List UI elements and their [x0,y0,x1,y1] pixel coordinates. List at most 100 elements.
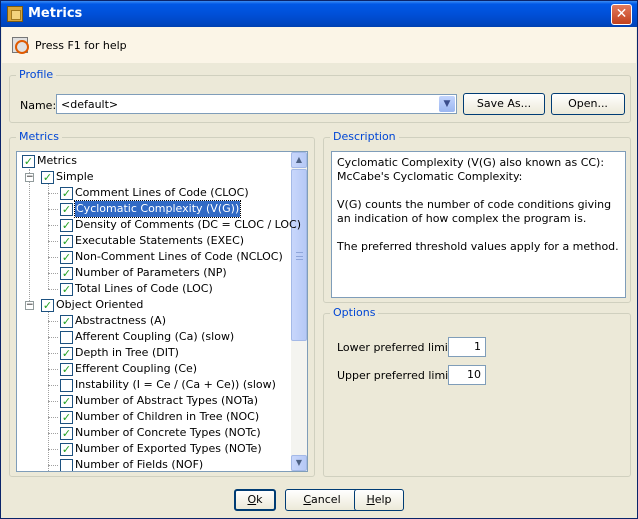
description-paragraph: Cyclomatic Complexity (V(G) also known a… [337,156,605,183]
tree-item-label: Number of Parameters (NP) [75,266,227,279]
tree-item[interactable]: Instability (I = Ce / (Ca + Ce)) (slow) [17,377,291,393]
checkbox-checked[interactable]: ✓ [60,443,73,456]
checkbox-checked[interactable]: ✓ [60,315,73,328]
tree-item-label: Density of Comments (DC = CLOC / LOC) [75,218,302,231]
scroll-down-icon[interactable]: ▼ [291,455,307,471]
tree-item[interactable]: ✓ Number of Parameters (NP) [17,265,291,281]
tree-item[interactable]: ✓ Depth in Tree (DIT) [17,345,291,361]
title-bar[interactable]: Metrics ✕ [1,1,637,27]
metrics-dialog: Metrics ✕ Press F1 for help Profile Name… [0,0,638,519]
chevron-down-icon[interactable]: ▼ [439,96,455,112]
profile-group: Profile Name: <default> ▼ Save As... Ope… [9,68,631,123]
help-bar: Press F1 for help [2,27,636,63]
checkbox-checked[interactable]: ✓ [41,171,54,184]
profile-name-combo[interactable]: <default> ▼ [56,94,457,114]
tree-item[interactable]: ✓ Number of Abstract Types (NOTa) [17,393,291,409]
description-group: Description Cyclomatic Complexity (V(G) … [323,130,631,303]
tree-item[interactable]: ✓ Number of Concrete Types (NOTc) [17,425,291,441]
tree-item[interactable]: ✓ Cyclomatic Complexity (V(G)) [17,200,291,218]
checkbox-checked[interactable]: ✓ [60,203,73,216]
tree-item-label: Executable Statements (EXEC) [75,234,245,247]
window-title: Metrics [28,6,83,21]
tree-item-label: Efferent Coupling (Ce) [75,362,198,375]
tree-item[interactable]: ✓ Number of Children in Tree (NOC) [17,409,291,425]
tree-item[interactable]: ✓ Density of Comments (DC = CLOC / LOC) [17,217,301,233]
collapse-icon[interactable]: − [25,173,34,182]
tree-item[interactable]: ✓ Metrics [17,153,291,169]
tree-item[interactable]: Afferent Coupling (Ca) (slow) [17,329,291,345]
options-legend: Options [330,306,379,319]
checkbox-checked[interactable]: ✓ [60,347,73,360]
tree-item[interactable]: − ✓ Object Oriented [17,297,291,313]
tree-item[interactable]: ✓ Efferent Coupling (Ce) [17,361,291,377]
checkbox-checked[interactable]: ✓ [60,235,73,248]
checkbox-checked[interactable]: ✓ [60,187,73,200]
tree-item-label: Number of Exported Types (NOTe) [75,442,262,455]
checkbox-checked[interactable]: ✓ [60,251,73,264]
tree-item[interactable]: ✓ Comment Lines of Code (CLOC) [17,185,291,201]
collapse-icon[interactable]: − [25,301,34,310]
checkbox-checked[interactable]: ✓ [41,299,54,312]
name-label: Name: [20,99,57,112]
description-legend: Description [330,130,399,143]
tree-scrollbar[interactable]: ▲ ▼ [291,152,307,471]
checkbox-checked[interactable]: ✓ [60,219,73,232]
tree-item[interactable]: ✓ Executable Statements (EXEC) [17,233,291,249]
help-hint-text: Press F1 for help [35,39,127,52]
tree-item[interactable]: ✓ Abstractness (A) [17,313,291,329]
metrics-group: Metrics ▲ ▼ ✓ Metrics − ✓ Simple ✓ Comment Lin… [9,130,315,477]
tree-item[interactable]: − ✓ Simple [17,169,291,185]
tree-item-label: Object Oriented [56,298,144,311]
tree-item-label: Simple [56,170,94,183]
checkbox-unchecked[interactable] [60,459,73,471]
tree-item[interactable]: ✓ Non-Comment Lines of Code (NCLOC) [17,249,291,265]
checkbox-checked[interactable]: ✓ [60,267,73,280]
checkbox-checked[interactable]: ✓ [60,395,73,408]
tree-item-label: Instability (I = Ce / (Ca + Ce)) (slow) [75,378,276,391]
tree-item-label: Number of Fields (NOF) [75,458,204,471]
tree-item-label: Number of Concrete Types (NOTc) [75,426,261,439]
help-icon [12,37,29,54]
tree-item-label: Depth in Tree (DIT) [75,346,179,359]
help-button[interactable]: Help [354,489,404,511]
description-text: Cyclomatic Complexity (V(G) also known a… [331,151,626,298]
description-paragraph: V(G) counts the number of code condition… [337,198,612,225]
tree-item-label: Abstractness (A) [75,314,166,327]
lower-limit-input[interactable]: 1 [448,337,486,357]
tree-item-label: Total Lines of Code (LOC) [75,282,213,295]
open-button[interactable]: Open... [551,93,625,115]
checkbox-unchecked[interactable] [60,379,73,392]
options-group: Options Lower preferred limit: 1 Upper p… [323,306,631,477]
checkbox-checked[interactable]: ✓ [60,363,73,376]
profile-name-value: <default> [61,98,119,111]
tree-item[interactable]: Number of Fields (NOF) [17,457,291,471]
checkbox-unchecked[interactable] [60,331,73,344]
scrollbar-thumb[interactable] [291,169,307,341]
metrics-legend: Metrics [16,130,62,143]
app-icon [7,6,23,22]
upper-limit-label: Upper preferred limit: [337,369,457,382]
profile-legend: Profile [16,68,57,81]
checkbox-checked[interactable]: ✓ [60,283,73,296]
checkbox-checked[interactable]: ✓ [22,155,35,168]
tree-item-label: Number of Children in Tree (NOC) [75,410,260,423]
tree-item[interactable]: ✓ Total Lines of Code (LOC) [17,281,291,297]
tree-item-label: Afferent Coupling (Ca) (slow) [75,330,235,343]
tree-item-label: Metrics [37,154,77,167]
description-paragraph: The preferred threshold values apply for… [337,240,619,253]
tree-item[interactable]: ✓ Number of Exported Types (NOTe) [17,441,291,457]
checkbox-checked[interactable]: ✓ [60,411,73,424]
close-button[interactable]: ✕ [611,4,632,25]
scroll-up-icon[interactable]: ▲ [291,152,307,168]
metrics-tree: ▲ ▼ ✓ Metrics − ✓ Simple ✓ Comment Lines of Co… [16,151,308,472]
save-as-button[interactable]: Save As... [463,93,545,115]
tree-item-label: Non-Comment Lines of Code (NCLOC) [75,250,283,263]
upper-limit-input[interactable]: 10 [448,365,486,385]
ok-button[interactable]: Ok [234,489,276,511]
lower-limit-label: Lower preferred limit: [337,341,456,354]
checkbox-checked[interactable]: ✓ [60,427,73,440]
cancel-button[interactable]: Cancel [285,489,359,511]
tree-item-label: Comment Lines of Code (CLOC) [75,186,249,199]
tree-item-label: Number of Abstract Types (NOTa) [75,394,259,407]
tree-item-label: Cyclomatic Complexity (V(G)) [73,200,242,218]
